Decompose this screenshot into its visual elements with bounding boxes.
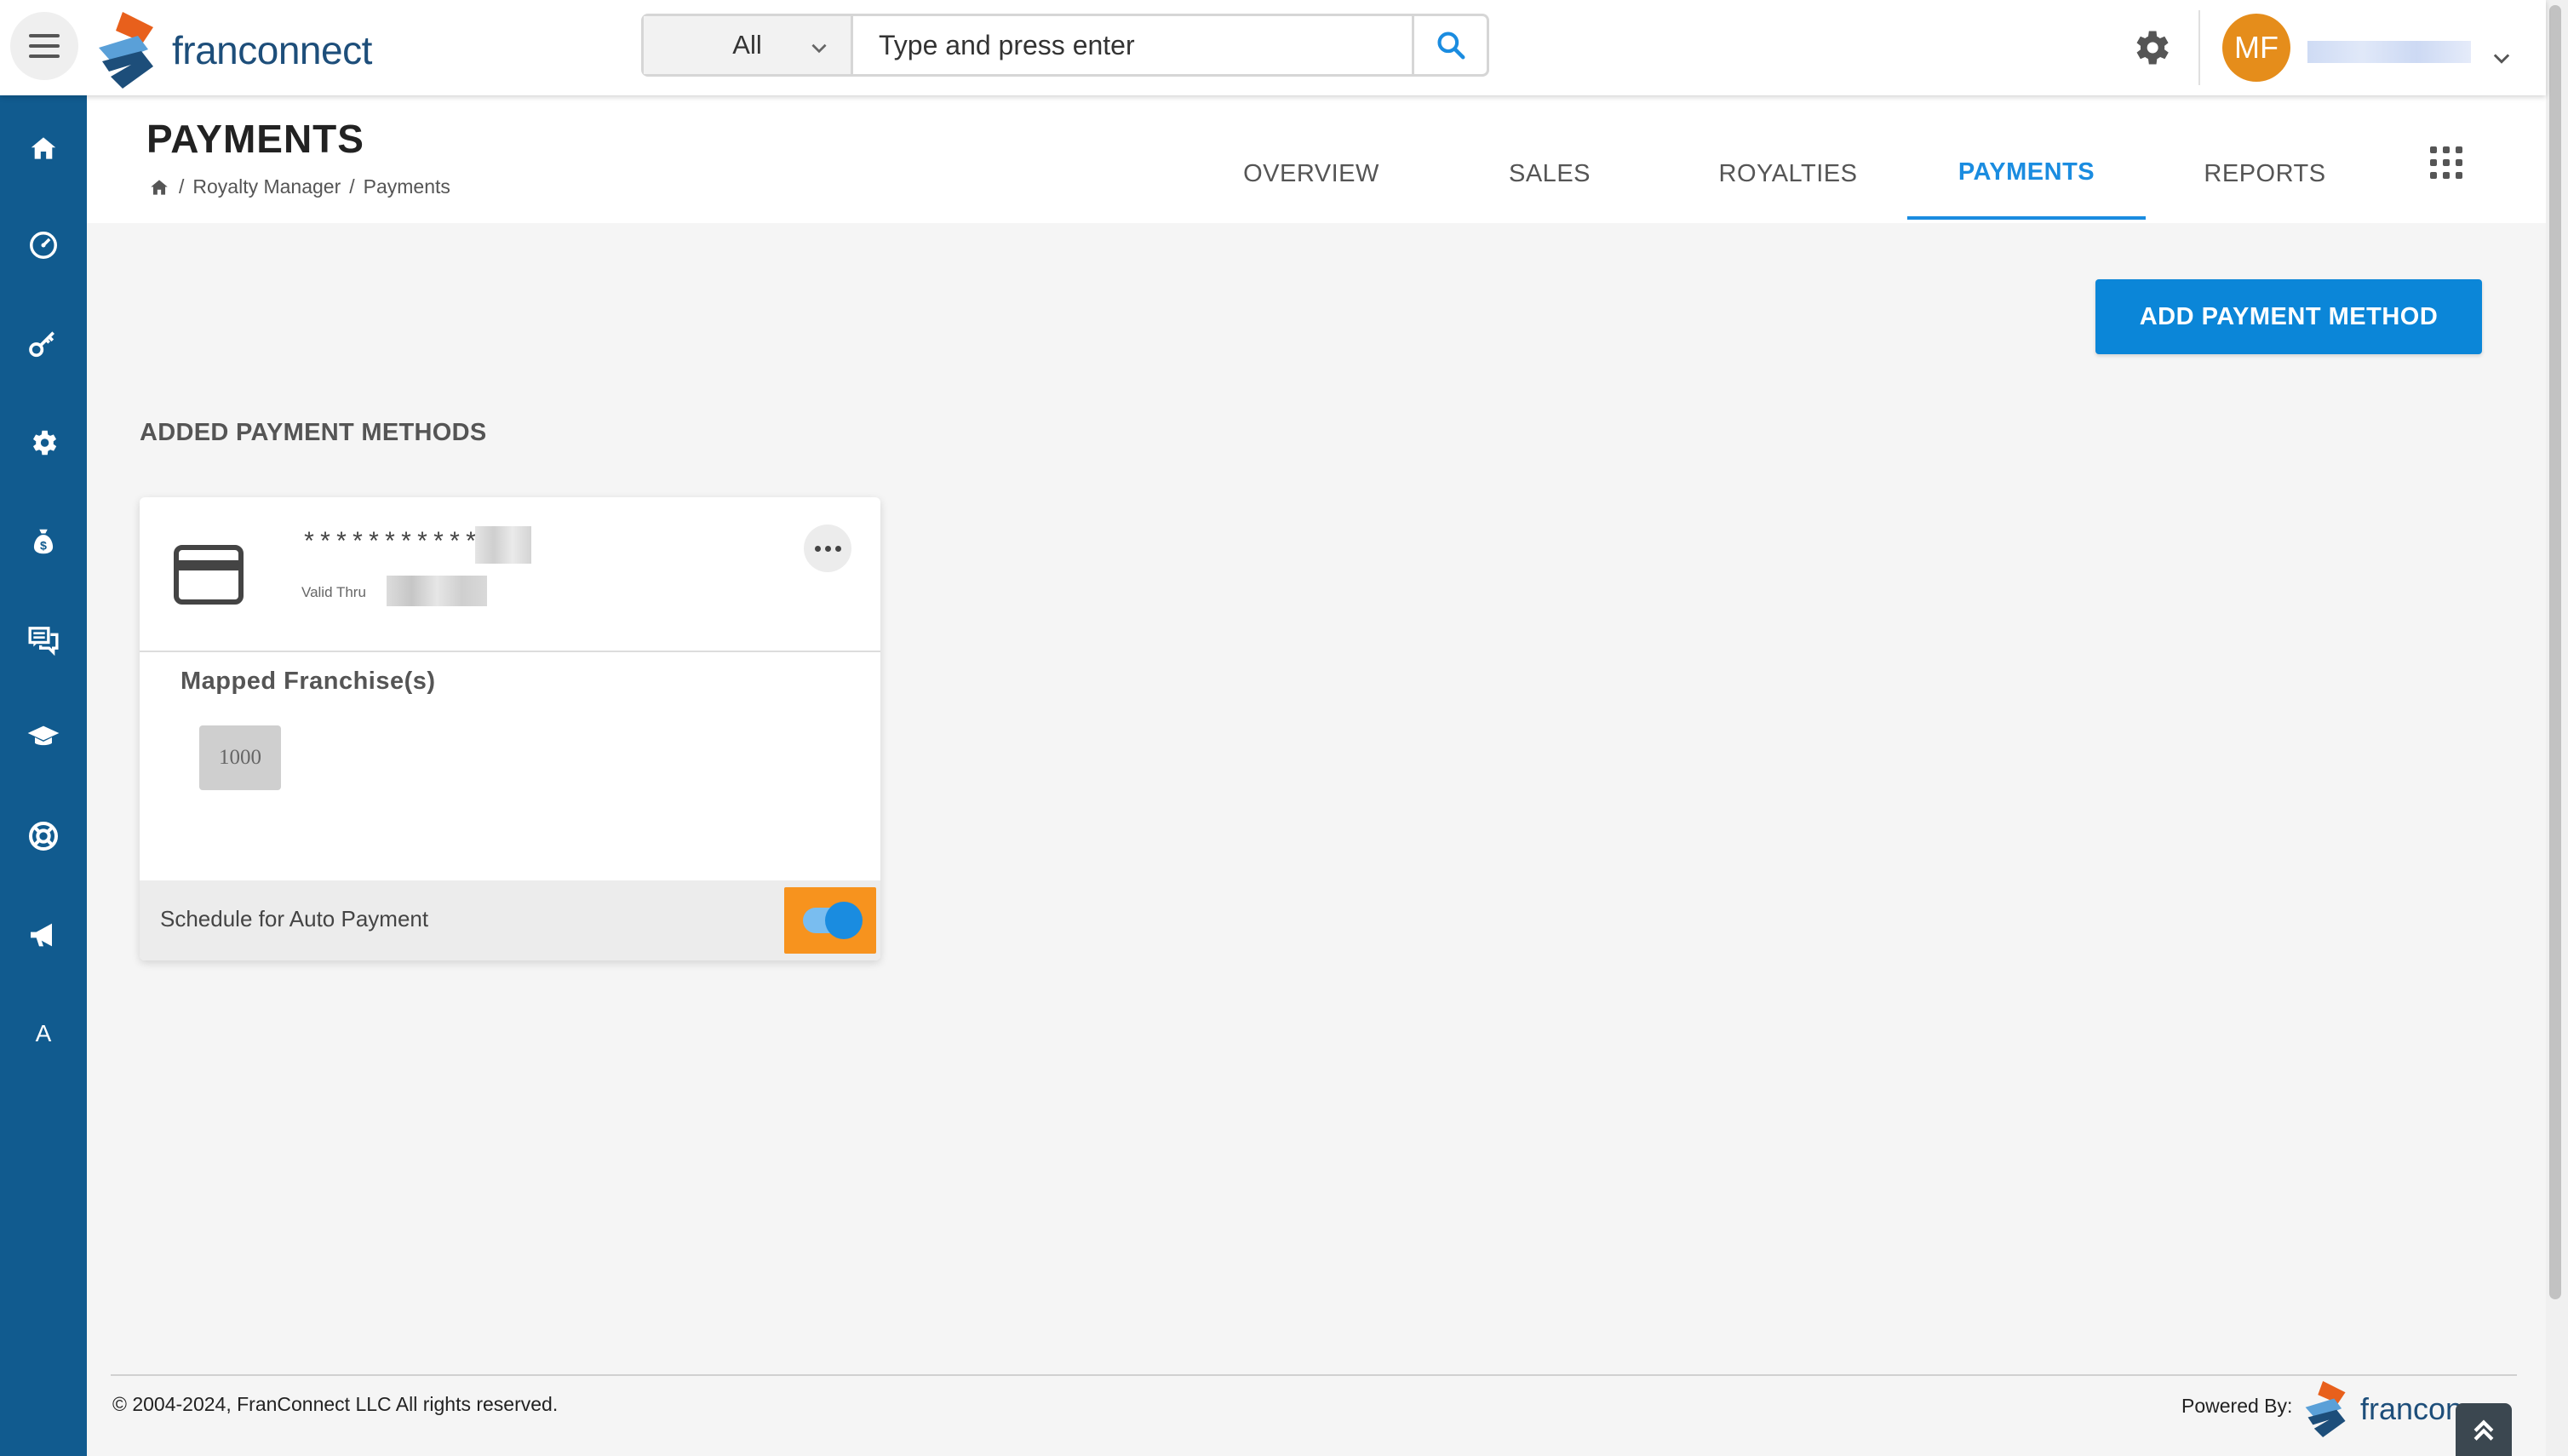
settings-icon	[32, 430, 57, 456]
payment-method-card: ************ Valid Thru Mapped Franchise…	[140, 497, 880, 960]
sidebar-item-dashboard[interactable]	[0, 211, 87, 279]
money-bag-icon: $	[33, 529, 54, 554]
sidebar-item-keys[interactable]	[0, 310, 87, 378]
module-tabs: OVERVIEW SALES ROYALTIES PAYMENTS REPORT…	[1192, 128, 2384, 220]
username-redacted[interactable]	[2307, 41, 2471, 63]
franconnect-logo-icon	[2305, 1381, 2346, 1437]
credit-card-icon	[174, 545, 244, 605]
breadcrumb-royalty-manager[interactable]: Royalty Manager	[192, 175, 341, 198]
user-menu-chevron-icon[interactable]	[2490, 46, 2514, 70]
hamburger-menu-button[interactable]	[10, 12, 78, 80]
top-bar: franconnect All MF	[0, 0, 2546, 95]
key-icon	[29, 331, 54, 358]
double-chevron-up-icon	[2473, 1419, 2494, 1441]
menu-line	[29, 54, 60, 58]
tab-royalties[interactable]: ROYALTIES	[1669, 128, 1907, 220]
mapped-franchises-heading: Mapped Franchise(s)	[181, 668, 436, 695]
valid-thru-label: Valid Thru	[301, 584, 366, 600]
search-icon	[1436, 32, 1465, 60]
breadcrumb: / Royalty Manager / Payments	[148, 175, 450, 198]
search-scope-select[interactable]: All	[644, 16, 853, 74]
global-search: All	[641, 14, 1489, 77]
sidebar-item-support[interactable]	[0, 802, 87, 870]
apps-grid-icon[interactable]	[2428, 145, 2464, 181]
support-icon	[29, 822, 58, 851]
page-title: PAYMENTS	[146, 117, 364, 161]
left-sidebar: $ A	[0, 95, 87, 1456]
megaphone-icon	[31, 923, 52, 947]
tab-overview[interactable]: OVERVIEW	[1192, 128, 1430, 220]
sidebar-item-home[interactable]	[0, 114, 87, 182]
search-button[interactable]	[1412, 16, 1487, 74]
card-number-masked: ************	[301, 530, 496, 559]
search-scope-value: All	[732, 30, 762, 60]
auto-payment-label: Schedule for Auto Payment	[160, 906, 429, 931]
search-input[interactable]	[853, 15, 1412, 75]
card-last-digits-redacted	[475, 526, 531, 564]
chevron-down-icon	[811, 43, 827, 54]
letter-a-icon: A	[35, 1020, 52, 1046]
user-avatar[interactable]: MF	[2222, 14, 2290, 82]
powered-by-label: Powered By:	[2181, 1395, 2293, 1417]
powered-by-logo[interactable]: francon	[2301, 1381, 2462, 1437]
tab-payments[interactable]: PAYMENTS	[1907, 128, 2146, 220]
breadcrumb-home-icon[interactable]	[148, 176, 170, 198]
toggle-knob	[825, 902, 863, 939]
scrollbar-thumb[interactable]	[2549, 5, 2561, 1299]
card-more-options-button[interactable]	[804, 525, 851, 572]
menu-line	[29, 34, 60, 37]
breadcrumb-separator: /	[179, 175, 185, 198]
toolbar-divider	[2198, 10, 2200, 85]
franchise-chip: 1000	[199, 725, 281, 790]
settings-gear-icon[interactable]	[2129, 26, 2173, 70]
card-divider	[140, 651, 880, 652]
sidebar-item-marketing[interactable]	[0, 901, 87, 969]
sidebar-item-messages[interactable]	[0, 606, 87, 674]
logo-text: franconnect	[172, 28, 372, 72]
home-icon	[31, 137, 56, 159]
copyright-text: © 2004-2024, FranConnect LLC All rights …	[112, 1393, 559, 1415]
svg-text:$: $	[40, 540, 47, 553]
breadcrumb-separator: /	[349, 175, 355, 198]
toggle-highlight	[784, 887, 876, 954]
dashboard-icon	[30, 232, 57, 259]
tab-sales[interactable]: SALES	[1430, 128, 1669, 220]
franconnect-logo-icon	[99, 12, 153, 89]
auto-payment-toggle[interactable]	[803, 902, 863, 939]
sidebar-item-a[interactable]: A	[0, 1000, 87, 1068]
graduation-cap-icon	[27, 725, 60, 746]
more-dot	[824, 545, 831, 552]
sidebar-item-finance[interactable]: $	[0, 507, 87, 576]
tab-reports[interactable]: REPORTS	[2146, 128, 2384, 220]
powered-logo-text: francon	[2360, 1391, 2463, 1426]
menu-line	[29, 44, 60, 48]
back-to-top-button[interactable]	[2456, 1403, 2512, 1456]
more-dot	[814, 545, 821, 552]
add-payment-method-button[interactable]: ADD PAYMENT METHOD	[2095, 279, 2482, 354]
added-payment-methods-heading: ADDED PAYMENT METHODS	[140, 419, 487, 446]
valid-thru-date-redacted	[387, 576, 487, 606]
auto-payment-row: Schedule for Auto Payment	[140, 880, 880, 960]
franconnect-logo[interactable]: franconnect	[94, 12, 372, 89]
breadcrumb-payments: Payments	[363, 175, 450, 198]
sidebar-item-training[interactable]	[0, 703, 87, 771]
chat-icon	[28, 627, 59, 656]
sidebar-item-settings[interactable]	[0, 409, 87, 477]
footer-divider	[111, 1374, 2517, 1376]
more-dot	[834, 545, 841, 552]
